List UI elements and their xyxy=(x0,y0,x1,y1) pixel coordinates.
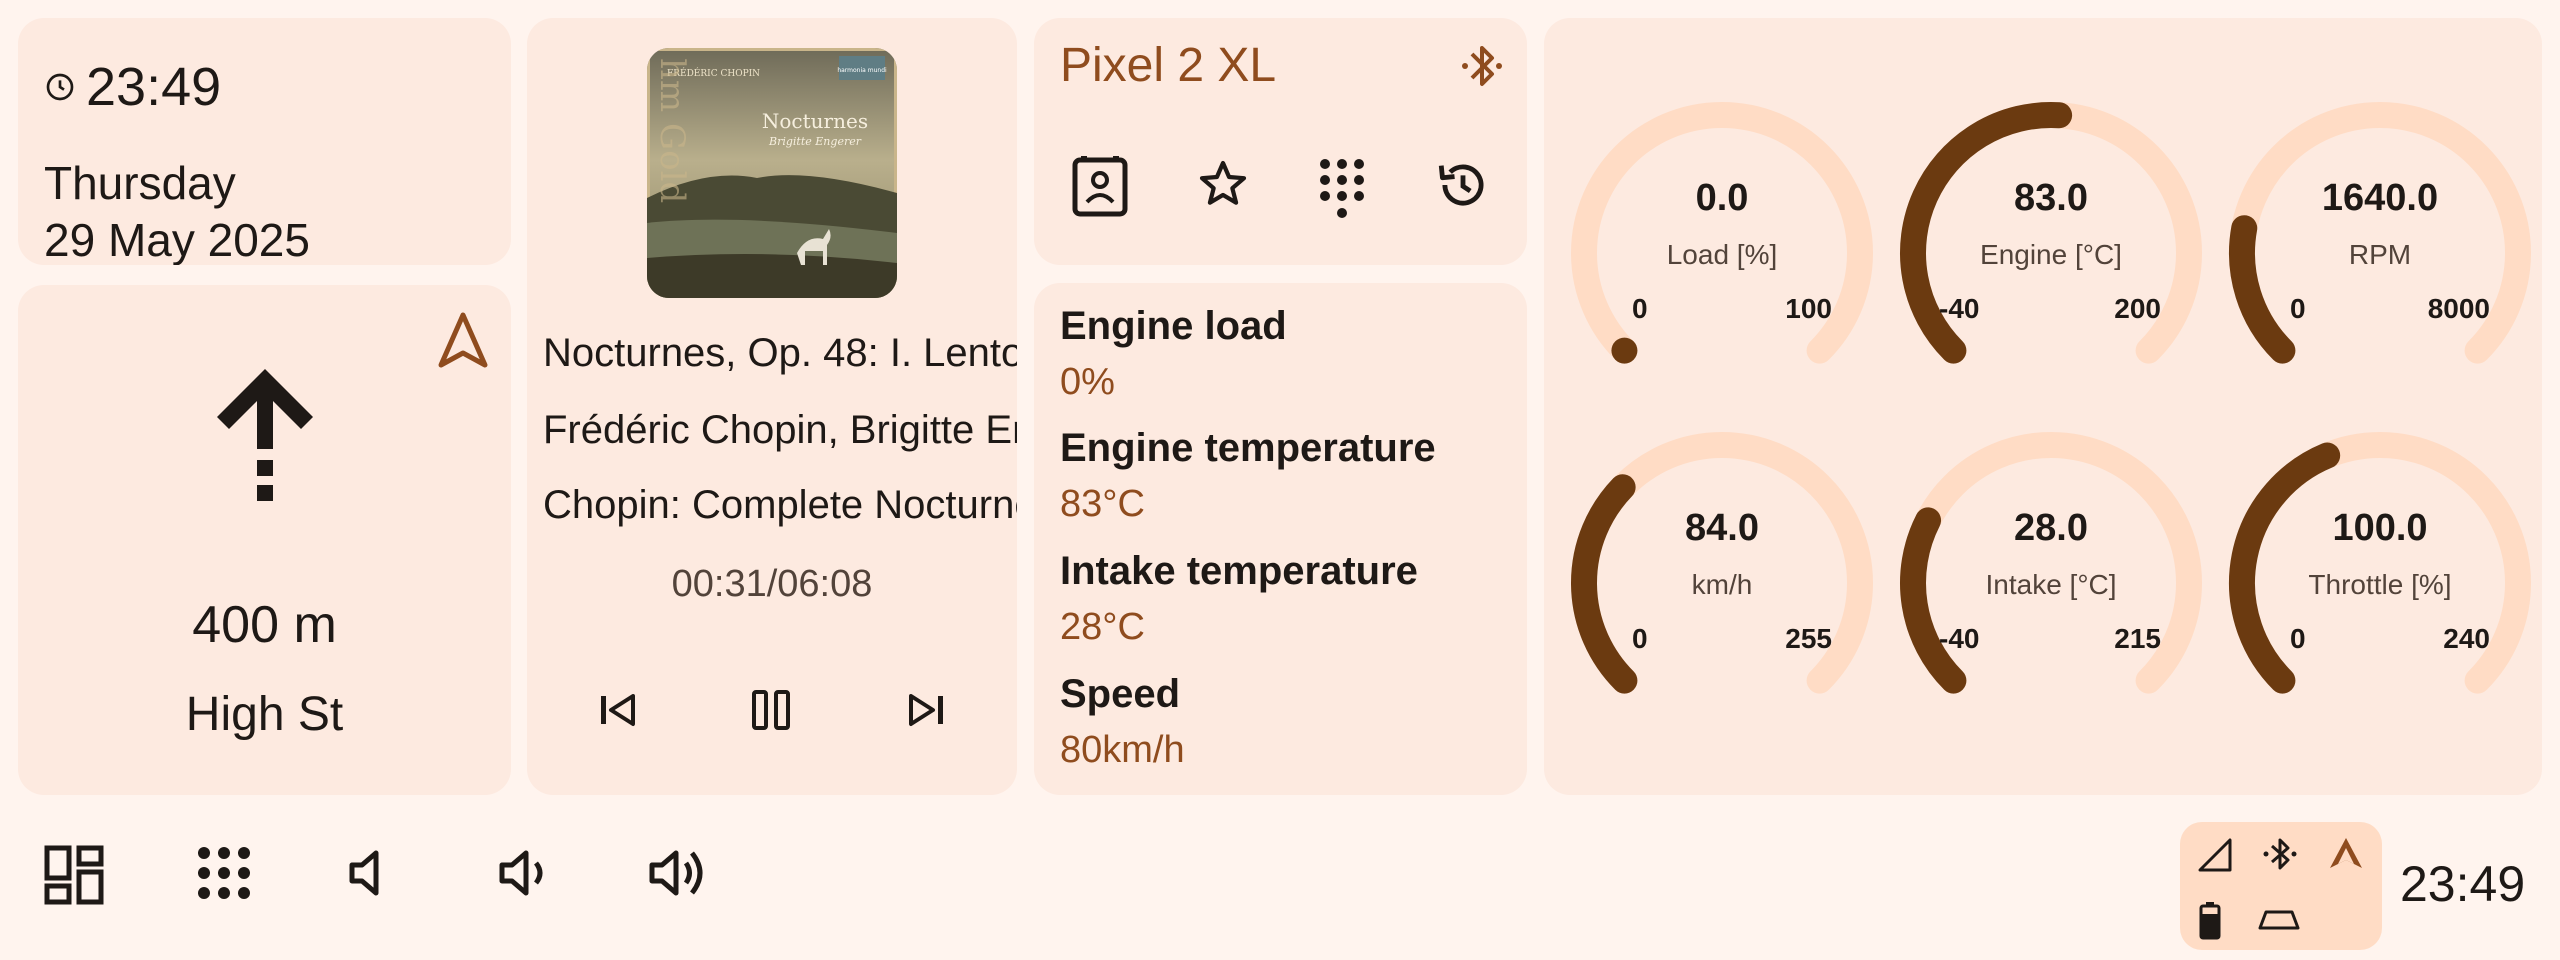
gauge-min: 0 xyxy=(1632,293,1648,324)
track-artist: Frédéric Chopin, Brigitte Engerer xyxy=(543,408,1017,452)
gauge-min: 0 xyxy=(1632,623,1648,654)
album-art-side-text: hm Gold xyxy=(652,58,692,203)
straight-arrow-icon xyxy=(213,365,317,515)
pause-icon[interactable] xyxy=(747,686,795,734)
track-title: Nocturnes, Op. 48: I. Lento xyxy=(543,331,1017,375)
gauge-fill xyxy=(1611,337,1638,364)
obd-value: 83°C xyxy=(1060,483,1145,525)
history-icon[interactable] xyxy=(1434,156,1492,214)
obd-item-engine-load: Engine load 0% xyxy=(1060,301,1287,407)
navigation-arrow-icon[interactable] xyxy=(435,311,491,371)
phone-card: Pixel 2 XL xyxy=(1034,18,1527,265)
status-clock: 23:49 xyxy=(2400,856,2526,912)
album-art-label: harmonia mundi xyxy=(837,67,887,74)
track-progress: 00:31/06:08 xyxy=(671,563,873,605)
gauge-fill xyxy=(1900,102,2073,364)
obd-value: 0% xyxy=(1060,361,1115,403)
bluetooth-icon xyxy=(1459,40,1505,92)
gauge-max: 8000 xyxy=(2427,293,2490,324)
nav-distance: 400 m xyxy=(192,596,337,654)
device-name: Pixel 2 XL xyxy=(1060,39,1277,92)
gauge-value: 84.0 xyxy=(1685,507,1759,549)
track-album: Chopin: Complete Nocturnes xyxy=(543,483,1017,527)
gauge-value: 83.0 xyxy=(2014,177,2088,219)
gauges-card: 0.0 Load [%] 0 100 83.0 Engine [°C] -40 … xyxy=(1544,18,2542,795)
gauge-value: 100.0 xyxy=(2332,507,2428,549)
volume-up-icon[interactable] xyxy=(648,845,710,901)
volume-down-icon[interactable] xyxy=(496,845,556,901)
navigation-card[interactable]: 400 m High St xyxy=(18,285,511,795)
day-of-week: Thursday xyxy=(44,157,236,209)
status-area[interactable] xyxy=(2180,822,2382,950)
skip-previous-icon[interactable] xyxy=(593,686,641,734)
obd-label: Engine load xyxy=(1060,304,1287,348)
contacts-icon[interactable] xyxy=(1071,156,1129,218)
media-card: FRÉDÉRIC CHOPIN Nocturnes Brigitte Enger… xyxy=(527,18,1017,795)
gauge-max: 240 xyxy=(2443,623,2490,654)
gauge-max: 200 xyxy=(2114,293,2161,324)
obd-value: 80km/h xyxy=(1060,729,1185,771)
gauge-label: Engine [°C] xyxy=(1980,239,2122,270)
gauge-label: RPM xyxy=(2348,239,2412,270)
battery-icon xyxy=(2198,900,2222,940)
gauge-min: -40 xyxy=(1939,293,1980,324)
bluetooth-icon xyxy=(2262,834,2298,874)
gauge-rpm: 1640.0 RPM 0 8000 xyxy=(2220,93,2540,413)
album-art[interactable]: FRÉDÉRIC CHOPIN Nocturnes Brigitte Enger… xyxy=(647,48,897,298)
album-art-title: Nocturnes xyxy=(762,109,868,133)
gauge-value: 0.0 xyxy=(1695,177,1749,219)
gauge-min: 0 xyxy=(2290,293,2306,324)
obd-label: Engine temperature xyxy=(1060,426,1436,470)
gauge-engine-temp: 83.0 Engine [°C] -40 200 xyxy=(1891,93,2211,413)
gauge-value: 28.0 xyxy=(2014,507,2088,549)
obd-data-card: Engine load 0% Engine temperature 83°C I… xyxy=(1034,283,1527,795)
obd-label: Speed xyxy=(1060,672,1181,716)
gauge-label: Intake [°C] xyxy=(1985,569,2117,600)
gauge-max: 215 xyxy=(2114,623,2161,654)
obd-item-intake-temperature: Intake temperature 28°C xyxy=(1060,546,1418,652)
clock-row: 23:49 xyxy=(44,56,221,118)
gauge-speed: 84.0 km/h 0 255 xyxy=(1562,423,1882,743)
clock-card: 23:49 Thursday 29 May 2025 xyxy=(18,18,511,265)
signal-icon xyxy=(2196,836,2234,874)
clock-icon xyxy=(44,71,76,103)
navigation-icon xyxy=(2326,834,2366,874)
date: 29 May 2025 xyxy=(44,214,310,265)
gauge-value: 1640.0 xyxy=(2321,177,2439,219)
dashboard-icon[interactable] xyxy=(44,845,104,905)
skip-next-icon[interactable] xyxy=(903,686,951,734)
gauge-label: Load [%] xyxy=(1666,239,1778,270)
obd-item-speed: Speed 80km/h xyxy=(1060,669,1185,775)
obd-item-engine-temperature: Engine temperature 83°C xyxy=(1060,423,1436,529)
favorites-icon[interactable] xyxy=(1195,156,1251,212)
obd-value: 28°C xyxy=(1060,606,1145,648)
gauge-max: 255 xyxy=(1785,623,1832,654)
volume-mute-icon[interactable] xyxy=(344,845,400,901)
gauge-min: -40 xyxy=(1939,623,1980,654)
gauge-throttle: 100.0 Throttle [%] 0 240 xyxy=(2220,423,2540,743)
gauge-intake-temp: 28.0 Intake [°C] -40 215 xyxy=(1891,423,2211,743)
dialpad-icon[interactable] xyxy=(1317,156,1367,222)
clock-time: 23:49 xyxy=(86,57,222,117)
nav-street: High St xyxy=(185,688,344,741)
car-icon xyxy=(2256,906,2302,936)
gauge-max: 100 xyxy=(1785,293,1832,324)
gauge-min: 0 xyxy=(2290,623,2306,654)
gauge-load: 0.0 Load [%] 0 100 xyxy=(1562,93,1882,413)
app-grid-icon[interactable] xyxy=(196,845,252,901)
gauge-label: km/h xyxy=(1691,569,1753,600)
gauge-label: Throttle [%] xyxy=(2308,569,2452,600)
obd-label: Intake temperature xyxy=(1060,549,1418,593)
album-art-artist: Brigitte Engerer xyxy=(768,135,862,148)
